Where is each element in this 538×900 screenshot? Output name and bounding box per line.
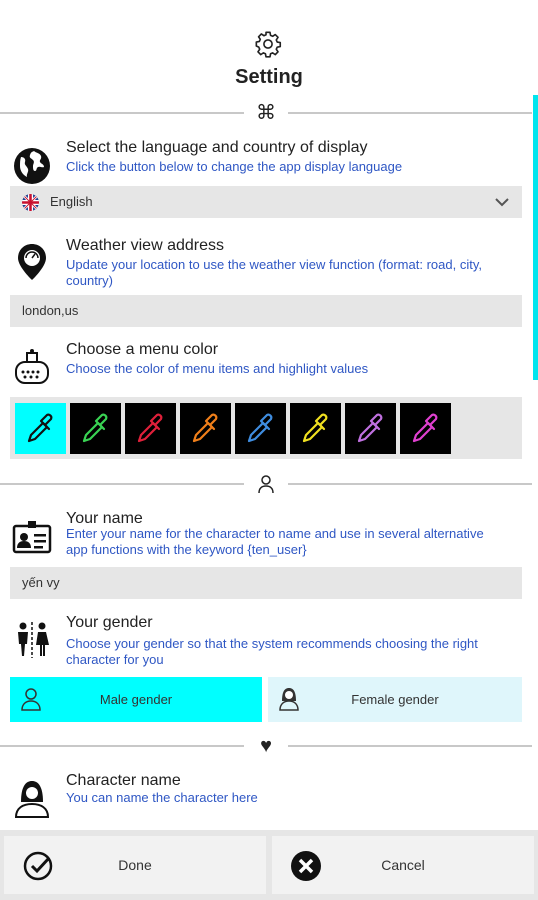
- settings-page: Setting ⌘ Select the language and countr…: [0, 0, 538, 900]
- gender-icon: [18, 622, 49, 658]
- color-swatch[interactable]: [235, 403, 286, 454]
- color-swatch[interactable]: [290, 403, 341, 454]
- eyedropper-icon: [82, 413, 108, 443]
- weather-desc: Update your location to use the weather …: [66, 257, 482, 288]
- section-divider: ♥: [0, 736, 532, 756]
- command-icon: ⌘: [256, 102, 276, 124]
- color-picker: [10, 397, 522, 459]
- gender-desc: Choose your gender so that the system re…: [66, 636, 478, 667]
- color-swatch[interactable]: [70, 403, 121, 454]
- menu-color-title: Choose a menu color: [66, 341, 219, 358]
- user-icon: [258, 475, 274, 494]
- male-gender-button[interactable]: Male gender: [10, 677, 262, 722]
- weather-address-input[interactable]: london,us: [10, 295, 522, 327]
- eyedropper-icon: [302, 413, 328, 443]
- eyedropper-icon: [137, 413, 163, 443]
- eyedropper-icon: [357, 413, 383, 443]
- section-divider: [0, 474, 532, 494]
- scrollbar[interactable]: [533, 95, 538, 380]
- name-input[interactable]: yến vy: [10, 567, 522, 599]
- gear-icon: [255, 31, 282, 58]
- section-divider: ⌘: [0, 103, 532, 123]
- weather-title: Weather view address: [66, 237, 224, 254]
- name-desc: Enter your name for the character to nam…: [66, 526, 484, 557]
- done-button[interactable]: Done: [4, 836, 266, 894]
- done-label: Done: [118, 857, 152, 873]
- color-swatch[interactable]: [345, 403, 396, 454]
- location-pin-icon: [18, 244, 46, 280]
- language-value: English: [50, 194, 93, 209]
- page-title: Setting: [235, 66, 303, 88]
- uk-flag-icon: [22, 194, 39, 211]
- chevron-down-icon: [495, 198, 509, 207]
- palette-icon: [15, 349, 49, 384]
- eyedropper-icon: [27, 413, 53, 443]
- eyedropper-icon: [412, 413, 438, 443]
- language-title: Select the language and country of displ…: [66, 139, 368, 156]
- color-swatch[interactable]: [180, 403, 231, 454]
- character-title: Character name: [66, 772, 181, 789]
- color-swatch[interactable]: [400, 403, 451, 454]
- language-desc: Click the button below to change the app…: [66, 159, 403, 174]
- female-gender-button[interactable]: Female gender: [268, 677, 522, 722]
- eyedropper-icon: [192, 413, 218, 443]
- id-card-icon: [12, 521, 52, 554]
- female-gender-label: Female gender: [351, 692, 439, 707]
- footer-bar: Done Cancel: [0, 830, 538, 900]
- eyedropper-icon: [247, 413, 273, 443]
- cancel-button[interactable]: Cancel: [272, 836, 534, 894]
- language-select[interactable]: English: [10, 186, 522, 218]
- name-value: yến vy: [22, 575, 60, 590]
- weather-address-value: london,us: [22, 303, 79, 318]
- heart-icon: ♥: [260, 735, 272, 757]
- globe-icon: [14, 148, 50, 184]
- cancel-label: Cancel: [381, 857, 425, 873]
- menu-color-desc: Choose the color of menu items and highl…: [66, 361, 369, 376]
- header: Setting: [0, 0, 538, 110]
- male-gender-label: Male gender: [99, 692, 173, 707]
- female-character-icon: [14, 781, 50, 818]
- color-swatch[interactable]: [15, 403, 66, 454]
- character-desc: You can name the character here: [66, 790, 258, 805]
- gender-title: Your gender: [66, 614, 153, 631]
- color-swatch[interactable]: [125, 403, 176, 454]
